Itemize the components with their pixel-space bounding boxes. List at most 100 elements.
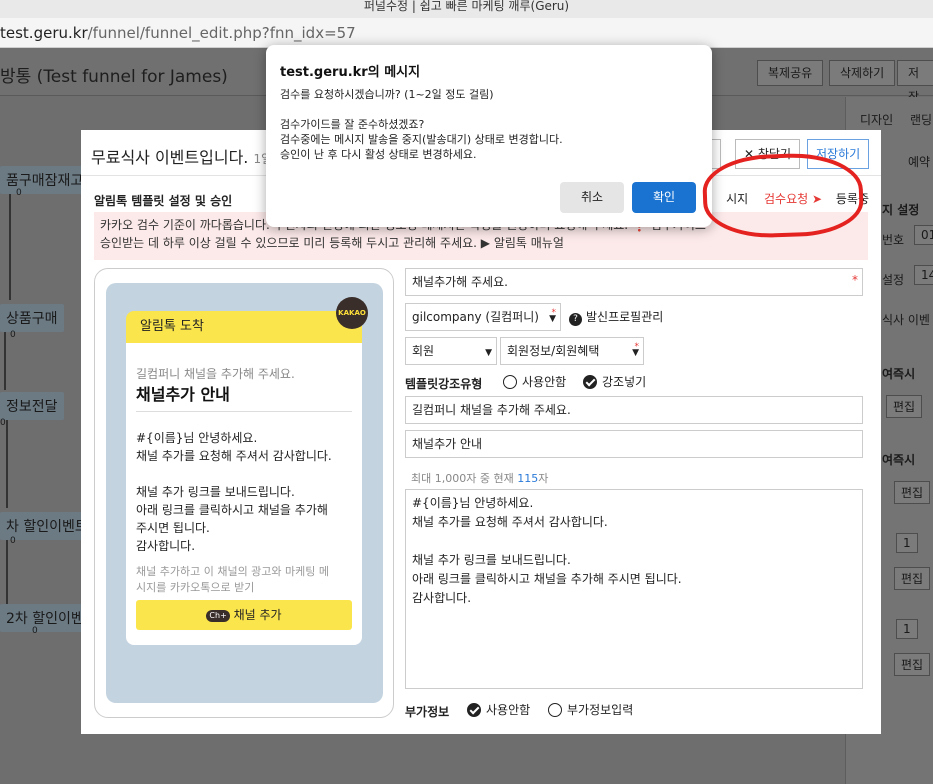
card-footer-line: 채널 추가하고 이 채널의 광고와 마케팅 메 [136,565,330,578]
flow-node[interactable]: 정보전달 [0,392,64,420]
emphasis-title-value: 채널추가 안내 [412,437,483,451]
divider [136,411,352,412]
cancel-button[interactable]: 취소 [560,182,624,213]
flow-line [4,330,6,390]
channel-icon: Ch+ [206,609,230,622]
flow-node[interactable]: 상품구매 [0,304,64,332]
annotation-circle [701,151,865,240]
chevron-down-icon: ▼ [485,348,492,358]
card-subtitle: 길컴퍼니 채널을 추가해 주세요. [136,367,295,381]
category2-value: 회원정보/회원혜택 [507,344,600,358]
bg-edit-button[interactable]: 편집 [894,481,931,504]
bg-tab-reserve[interactable]: 예약 [908,153,930,170]
confirm-dialog: test.geru.kr의 메시지 검수를 요청하시겠습니까? (1~2일 정도… [266,45,712,227]
extra-option-none[interactable]: 사용안함 [467,701,530,718]
radio-icon [548,702,562,717]
bg-save-button[interactable]: 저장 [897,60,933,104]
bg-page-title: 방통 (Test funnel for James) [0,67,228,87]
radio-icon [503,374,517,389]
emphasis-option-on[interactable]: 강조넣기 [583,373,646,390]
chevron-down-icon: ▼ [549,314,556,324]
card-body-line: 채널 추가를 요청해 주셔서 감사합니다. [136,449,332,463]
char-counter: 최대 1,000자 중 현재 115자 [411,470,548,486]
extra-info-label: 부가정보 [405,705,450,719]
bg-setting-value[interactable]: 1 [896,533,918,553]
phone-preview: 알림톡 도착 KAKAO 길컴퍼니 채널을 추가해 주세요. 채널추가 안내 #… [94,268,394,718]
message-body-textarea[interactable]: #{이름}님 안녕하세요. 채널 추가를 요청해 주셔서 감사합니다. 채널 추… [405,489,863,689]
bg-setting-label: 지 설정 [882,203,920,217]
sender-select[interactable]: gilcompany (길컴퍼니) * ▼ [405,303,561,331]
radio-checked-icon [583,374,597,389]
alimtalk-header: 알림톡 도착 [126,311,362,343]
bg-edit-button[interactable]: 편집 [894,653,931,676]
emphasis-option-none[interactable]: 사용안함 [503,373,566,390]
template-name-value: 채널추가해 주세요. [412,275,508,289]
node-count: 0 [32,626,38,636]
card-footer-line: 시지를 카카오톡으로 받기 [136,581,255,594]
emphasis-type-label: 템플릿강조유형 [405,377,483,391]
phone-screen: 알림톡 도착 KAKAO 길컴퍼니 채널을 추가해 주세요. 채널추가 안내 #… [106,283,383,703]
modal-title: 무료식사 이벤트입니다. 1일 [91,144,272,168]
sender-profile-link[interactable]: ? 발신프로필관리 [569,308,663,326]
bg-setting-label: 여즉시 [882,367,916,381]
bg-edit-button[interactable]: 편집 [886,395,923,418]
bg-tab-landing[interactable]: 랜딩 [910,111,932,128]
add-channel-button[interactable]: Ch+ 채널 추가 [136,600,352,630]
dialog-title: test.geru.kr의 메시지 [280,65,421,80]
category1-value: 회원 [412,344,435,358]
help-icon: ? [569,313,582,326]
card-body-line: 채널 추가 링크를 보내드립니다. [136,485,295,499]
category-select-1[interactable]: 회원 ▼ [405,337,497,365]
emphasis-subtitle-value: 길컴퍼니 채널을 추가해 주세요. [412,403,571,417]
url-path: /funnel/funnel_edit.php?fnn_idx=57 [87,24,356,42]
confirm-button[interactable]: 확인 [632,182,696,213]
emphasis-subtitle-input[interactable]: 길컴퍼니 채널을 추가해 주세요. [405,396,863,424]
emphasis-none-label: 사용안함 [522,375,567,389]
node-count: 0 [10,330,16,340]
bg-delete-button[interactable]: 삭제하기 [829,60,896,86]
flow-node[interactable]: 2차 할인이벤 [0,604,90,632]
section-title: 알림톡 템플릿 설정 및 승인 [94,194,233,208]
counter-suffix: 자 [538,472,549,485]
card-body-line: 주시면 됩니다. [136,521,210,535]
window-title: 퍼널수정 | 쉽고 빠른 마케팅 깨루(Geru) [0,0,933,18]
bg-setting-value[interactable]: 010 [914,225,933,245]
bg-setting-value[interactable]: 1 [896,619,918,639]
sender-profile-label: 발신프로필관리 [586,310,664,324]
bg-setting-value[interactable]: 144 [914,265,933,285]
bg-copy-share-button[interactable]: 복제공유 [757,60,824,86]
card-body-line: 감사합니다. [136,539,196,553]
node-count: 0 [0,418,6,428]
bg-edit-button[interactable]: 편집 [894,567,931,590]
notice-line: 승인받는 데 하루 이상 걸릴 수 있으므로 미리 등록해 두시고 관리해 주세… [100,236,564,250]
emphasis-title-input[interactable]: 채널추가 안내 [405,430,863,458]
address-bar[interactable]: test.geru.kr/funnel/funnel_edit.php?fnn_… [0,18,933,48]
node-count: 0 [16,188,22,198]
flow-line [6,418,8,508]
add-channel-label: 채널 추가 [233,608,282,622]
category-select-2[interactable]: 회원정보/회원혜택 * ▼ [500,337,644,365]
flow-line [9,190,11,300]
alimtalk-card: 길컴퍼니 채널을 추가해 주세요. 채널추가 안내 #{이름}님 안녕하세요. … [126,343,362,645]
counter-prefix: 최대 1,000자 중 현재 [411,472,518,485]
node-count: 0 [10,536,16,546]
modal-title-text: 무료식사 이벤트입니다. [91,148,249,167]
extra-option-input[interactable]: 부가정보입력 [548,701,633,718]
required-mark: * [852,273,858,287]
sender-value: gilcompany (길컴퍼니) [412,310,539,324]
bg-tab-design[interactable]: 디자인 [860,111,893,128]
bg-setting-label: 여즉시 [882,453,916,467]
kakao-icon: KAKAO [336,297,368,329]
url-domain: test.geru.kr [0,24,88,42]
radio-checked-icon [467,702,481,717]
card-body-line: #{이름}님 안녕하세요. [136,431,258,445]
bg-setting-label: 식사 이벤 [882,313,930,327]
bg-setting-label: 설정 [882,273,905,287]
extra-input-label: 부가정보입력 [567,703,634,717]
card-title: 채널추가 안내 [136,385,230,404]
flow-line [6,538,8,608]
template-name-input[interactable]: 채널추가해 주세요. * [405,268,863,296]
emphasis-on-label: 강조넣기 [602,375,647,389]
chevron-down-icon: ▼ [632,348,639,358]
bg-setting-label: 번호 [882,233,905,247]
